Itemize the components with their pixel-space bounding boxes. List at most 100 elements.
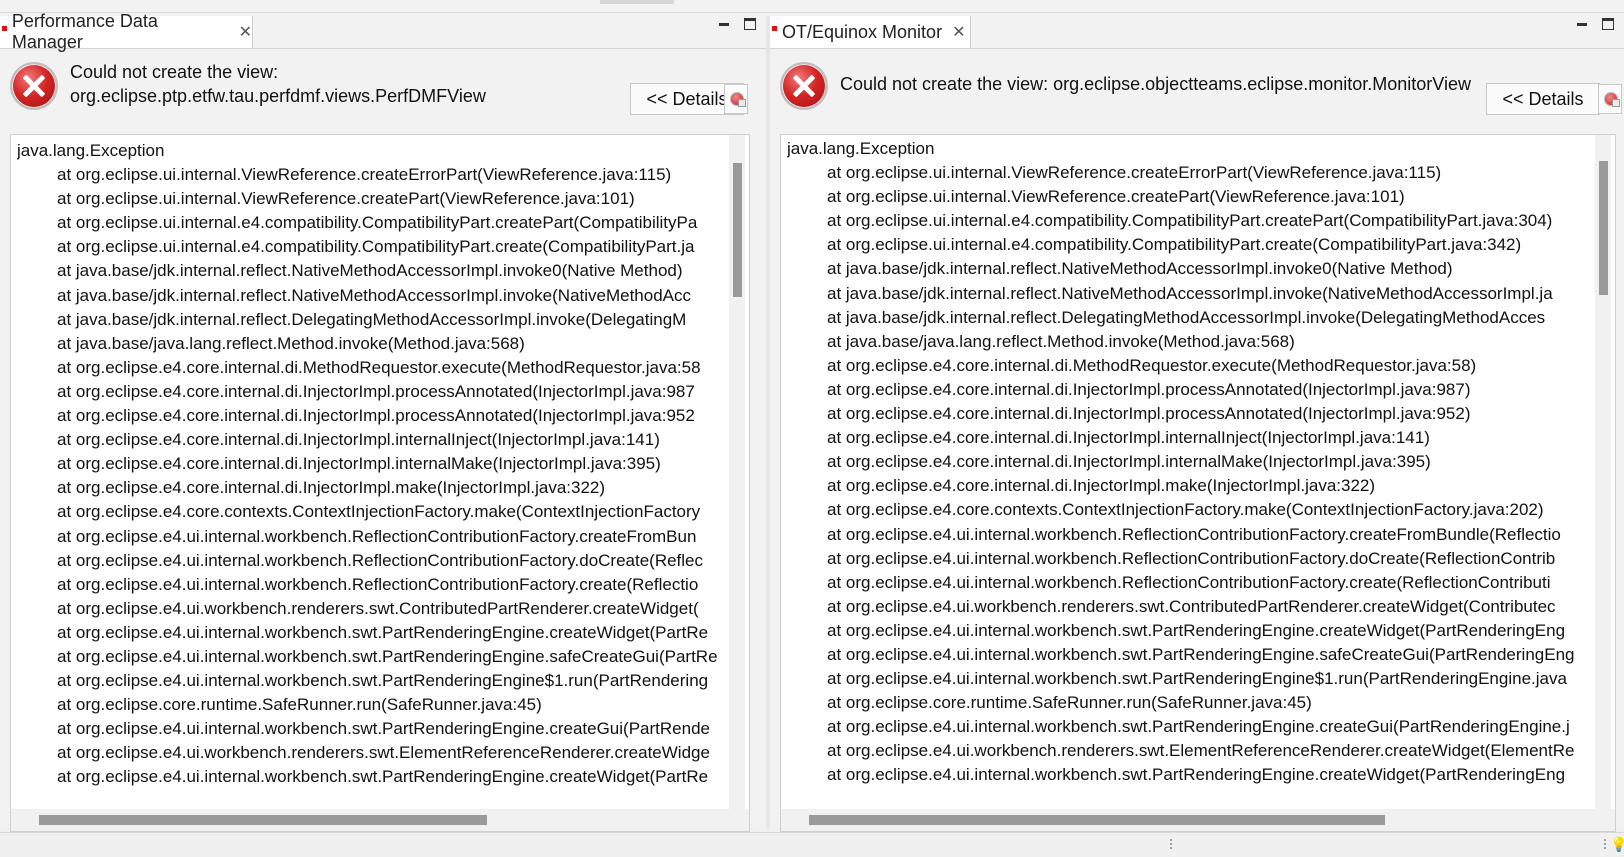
stack-frame-line: at org.eclipse.e4.core.internal.di.Injec… (57, 406, 695, 426)
stack-frame-line: at org.eclipse.e4.ui.workbench.renderers… (57, 598, 699, 618)
stack-frame-line: at org.eclipse.e4.core.internal.di.Injec… (827, 452, 1431, 472)
stack-frame-line: at org.eclipse.e4.ui.workbench.renderers… (827, 741, 1575, 761)
tab-title: Performance Data Manager (11, 11, 158, 52)
performance-data-manager-view: Performance Data Manager ✕ Could not cre… (0, 11, 766, 832)
stack-frame-line: at org.eclipse.e4.ui.internal.workbench.… (827, 620, 1566, 640)
lightbulb-icon[interactable]: 💡 (1610, 836, 1624, 853)
stack-frame-line: at java.base/jdk.internal.reflect.Native… (827, 259, 1453, 279)
stack-frame-line: at java.base/jdk.internal.reflect.Delega… (57, 309, 687, 329)
error-header: Could not create the view: org.eclipse.o… (770, 50, 1624, 130)
stack-frame-line: at org.eclipse.ui.internal.e4.compatibil… (57, 237, 695, 257)
stack-trace-box[interactable]: java.lang.Exception at org.eclipse.ui.int… (780, 134, 1616, 832)
stack-frame-line: at org.eclipse.e4.ui.internal.workbench.… (827, 765, 1566, 785)
status-bar: 💡 (0, 832, 1624, 857)
stack-trace-text: java.lang.Exception at org.eclipse.ui.int… (17, 139, 723, 809)
toolbar-handle[interactable] (600, 0, 674, 4)
tab-marker-icon (2, 25, 7, 31)
tab-marker-icon (772, 25, 777, 31)
stack-frame-line: at org.eclipse.e4.ui.internal.workbench.… (827, 669, 1567, 689)
stack-frame-line: at java.base/java.lang.reflect.Method.in… (57, 333, 525, 353)
stack-frame-line: at org.eclipse.e4.ui.internal.workbench.… (57, 574, 699, 594)
tab-bar: Performance Data Manager ✕ (0, 11, 766, 52)
minimize-icon[interactable] (1576, 18, 1588, 30)
exception-line: java.lang.Exception (787, 139, 935, 158)
stack-frame-line: at org.eclipse.e4.ui.workbench.renderers… (827, 596, 1556, 616)
stack-trace-text: java.lang.Exception at org.eclipse.ui.int… (787, 137, 1589, 809)
vertical-scrollbar[interactable] (1595, 135, 1611, 809)
vertical-scrollbar[interactable] (729, 135, 745, 809)
stack-frame-line: at org.eclipse.e4.core.internal.di.Injec… (827, 476, 1376, 496)
stack-frame-line: at java.base/jdk.internal.reflect.Native… (827, 283, 1553, 303)
stack-frame-line: at org.eclipse.e4.ui.internal.workbench.… (827, 717, 1570, 737)
ot-equinox-monitor-view: OT/Equinox Monitor ✕ Could not create th… (770, 16, 1624, 832)
stack-frame-line: at org.eclipse.e4.ui.internal.workbench.… (827, 644, 1575, 664)
stack-frame-line: at org.eclipse.e4.ui.internal.workbench.… (57, 719, 710, 739)
stack-frame-line: at org.eclipse.e4.ui.internal.workbench.… (57, 622, 709, 642)
stack-frame-line: at org.eclipse.e4.core.internal.di.Injec… (57, 381, 695, 401)
stack-frame-line: at org.eclipse.core.runtime.SafeRunner.r… (57, 695, 542, 715)
stack-frame-line: at org.eclipse.e4.ui.internal.workbench.… (827, 548, 1556, 568)
error-icon (10, 62, 58, 110)
stack-frame-line: at org.eclipse.e4.ui.internal.workbench.… (827, 524, 1561, 544)
close-icon[interactable]: ✕ (239, 22, 252, 42)
horizontal-scroll-thumb[interactable] (809, 815, 1385, 825)
details-button[interactable]: << Details (1486, 83, 1600, 115)
tab-title: OT/Equinox Monitor (782, 21, 943, 42)
stack-frame-line: at org.eclipse.e4.core.internal.di.Injec… (827, 428, 1430, 448)
error-message: Could not create the view: org.eclipse.p… (70, 60, 590, 108)
stack-frame-line: at org.eclipse.e4.ui.internal.workbench.… (57, 671, 709, 691)
stack-frame-line: at org.eclipse.ui.internal.ViewReference… (57, 189, 635, 209)
horizontal-scroll-thumb[interactable] (39, 815, 487, 825)
vertical-scroll-thumb[interactable] (733, 163, 742, 297)
error-header: Could not create the view: org.eclipse.p… (0, 50, 766, 130)
stack-frame-line: at org.eclipse.ui.internal.ViewReference… (827, 187, 1405, 207)
exception-line: java.lang.Exception (17, 141, 165, 160)
stack-frame-line: at org.eclipse.e4.ui.internal.workbench.… (57, 767, 709, 787)
error-report-icon[interactable] (1598, 84, 1622, 114)
stack-frame-line: at org.eclipse.ui.internal.ViewReference… (827, 163, 1442, 183)
horizontal-scrollbar[interactable] (11, 809, 749, 831)
tab-ot-equinox-monitor[interactable]: OT/Equinox Monitor ✕ (770, 16, 971, 48)
close-icon[interactable]: ✕ (952, 22, 965, 42)
stack-frame-line: at org.eclipse.e4.core.internal.di.Injec… (57, 430, 660, 450)
stack-frame-line: at org.eclipse.e4.ui.internal.workbench.… (57, 550, 704, 570)
stack-trace-box[interactable]: java.lang.Exception at org.eclipse.ui.int… (10, 134, 750, 832)
stack-frame-line: at org.eclipse.ui.internal.ViewReference… (57, 165, 672, 185)
stack-frame-line: at org.eclipse.e4.core.internal.di.Metho… (827, 355, 1477, 375)
horizontal-scrollbar[interactable] (781, 809, 1615, 831)
stack-frame-line: at org.eclipse.e4.ui.internal.workbench.… (827, 572, 1551, 592)
stack-frame-line: at org.eclipse.e4.core.contexts.ContextI… (827, 500, 1544, 520)
maximize-icon[interactable] (1602, 18, 1614, 30)
maximize-icon[interactable] (744, 18, 756, 30)
stack-frame-line: at org.eclipse.ui.internal.e4.compatibil… (57, 213, 698, 233)
stack-frame-line: at org.eclipse.e4.core.internal.di.Injec… (827, 404, 1471, 424)
minimize-icon[interactable] (718, 18, 730, 30)
error-report-icon[interactable] (724, 84, 748, 114)
error-message-line2: org.eclipse.ptp.etfw.tau.perfdmf.views.P… (70, 86, 486, 106)
stack-frame-line: at org.eclipse.ui.internal.e4.compatibil… (827, 211, 1553, 231)
stack-frame-line: at org.eclipse.e4.core.internal.di.Injec… (57, 478, 606, 498)
window-top-strip (0, 0, 1624, 13)
stack-frame-line: at org.eclipse.core.runtime.SafeRunner.r… (827, 693, 1312, 713)
tab-bar: OT/Equinox Monitor ✕ (770, 16, 1624, 49)
stack-frame-line: at org.eclipse.e4.ui.internal.workbench.… (57, 526, 697, 546)
error-message-line1: Could not create the view: (70, 62, 279, 82)
stack-frame-line: at org.eclipse.e4.core.internal.di.Injec… (57, 454, 661, 474)
stack-frame-line: at java.base/jdk.internal.reflect.Native… (57, 285, 692, 305)
stack-frame-line: at java.base/jdk.internal.reflect.Delega… (827, 307, 1546, 327)
stack-frame-line: at org.eclipse.e4.ui.workbench.renderers… (57, 743, 710, 763)
status-separator (1604, 839, 1606, 851)
error-icon (780, 62, 828, 110)
status-separator (1170, 839, 1172, 851)
view-toolbar (1576, 18, 1614, 30)
view-toolbar (718, 18, 756, 30)
stack-frame-line: at org.eclipse.e4.core.internal.di.Metho… (57, 357, 701, 377)
stack-frame-line: at java.base/jdk.internal.reflect.Native… (57, 261, 683, 281)
stack-frame-line: at org.eclipse.e4.core.contexts.ContextI… (57, 502, 701, 522)
stack-frame-line: at java.base/java.lang.reflect.Method.in… (827, 331, 1295, 351)
tab-performance-data-manager[interactable]: Performance Data Manager ✕ (0, 11, 253, 52)
error-message: Could not create the view: org.eclipse.o… (840, 74, 1471, 94)
vertical-scroll-thumb[interactable] (1599, 161, 1608, 295)
stack-frame-line: at org.eclipse.e4.ui.internal.workbench.… (57, 646, 718, 666)
stack-frame-line: at org.eclipse.ui.internal.e4.compatibil… (827, 235, 1522, 255)
